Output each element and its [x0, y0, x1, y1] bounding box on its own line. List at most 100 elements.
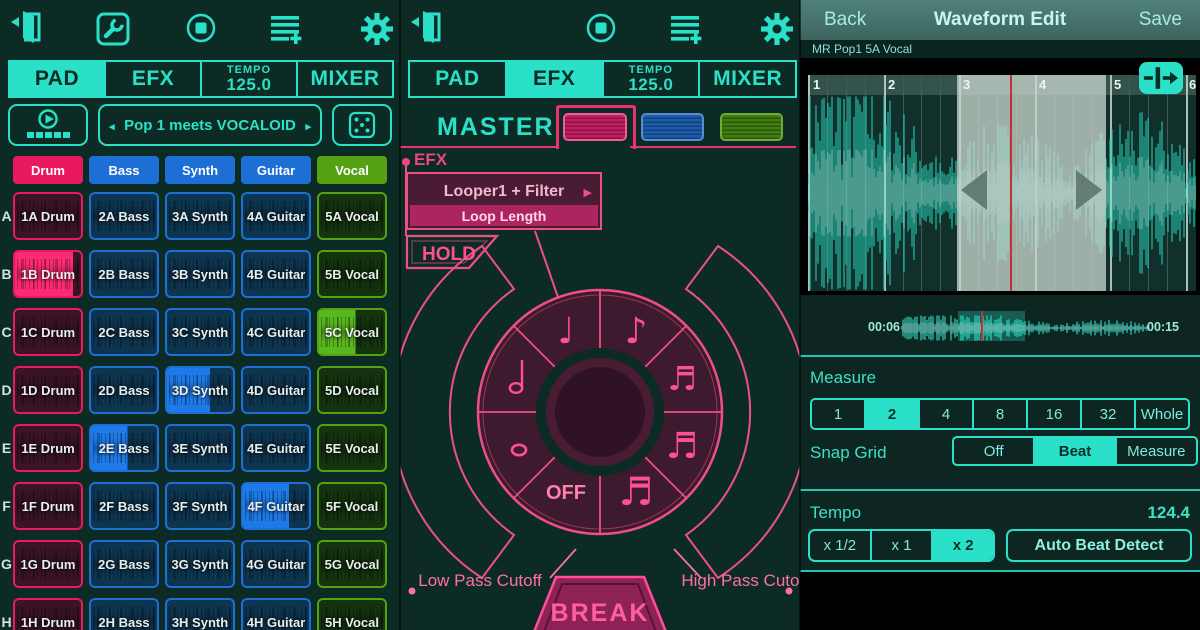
column-header-vocal[interactable]: Vocal: [317, 156, 387, 184]
wheel-quarter-note[interactable]: ♩: [558, 311, 575, 352]
break-button[interactable]: BREAK: [534, 577, 666, 630]
pad-cell-3F[interactable]: 3F Synth: [165, 482, 235, 530]
back-button[interactable]: Back: [824, 9, 866, 31]
next-song-arrow[interactable]: ▸: [305, 120, 311, 133]
pad-cell-1F[interactable]: 1F Drum: [13, 482, 83, 530]
pattern-play-button[interactable]: [8, 104, 88, 146]
trim-mode-button[interactable]: [1139, 62, 1183, 94]
pad-cell-2G[interactable]: 2G Bass: [89, 540, 159, 588]
playlist-add-icon[interactable]: [670, 14, 704, 44]
pad-cell-4F[interactable]: 4F Guitar: [241, 482, 311, 530]
channel-swatch-blue[interactable]: [641, 113, 704, 141]
snap-option-beat[interactable]: Beat: [1033, 438, 1114, 464]
pad-cell-2D[interactable]: 2D Bass: [89, 366, 159, 414]
pad-cell-3C[interactable]: 3C Synth: [165, 308, 235, 356]
tab-mixer[interactable]: MIXER: [698, 62, 795, 96]
pad-cell-5H[interactable]: 5H Vocal: [317, 598, 387, 630]
playlist-add-icon[interactable]: [270, 14, 304, 44]
tab-tempo[interactable]: TEMPO 125.0: [200, 62, 296, 96]
pad-cell-4E[interactable]: 4E Guitar: [241, 424, 311, 472]
scrubber[interactable]: 00:06 00:15: [856, 309, 1191, 343]
pad-cell-2C[interactable]: 2C Bass: [89, 308, 159, 356]
waveform-editor[interactable]: 1 2 3 4 5 6: [808, 75, 1196, 291]
selection-end-handle[interactable]: [1076, 170, 1102, 210]
tab-efx[interactable]: EFX: [505, 62, 602, 96]
auto-beat-detect-button[interactable]: Auto Beat Detect: [1006, 529, 1192, 562]
pad-cell-2F[interactable]: 2F Bass: [89, 482, 159, 530]
wheel-off[interactable]: OFF: [546, 482, 586, 504]
pad-cell-5D[interactable]: 5D Vocal: [317, 366, 387, 414]
pad-cell-1B[interactable]: 1B Drum: [13, 250, 83, 298]
pad-cell-4A[interactable]: 4A Guitar: [241, 192, 311, 240]
tempo-option-x2[interactable]: x 2: [931, 531, 993, 560]
snap-option-off[interactable]: Off: [954, 438, 1033, 464]
tab-pad[interactable]: PAD: [410, 62, 505, 96]
channel-swatch-pink[interactable]: [563, 113, 627, 141]
pad-cell-1A[interactable]: 1A Drum: [13, 192, 83, 240]
pad-cell-5A[interactable]: 5A Vocal: [317, 192, 387, 240]
dice-button[interactable]: [332, 104, 392, 146]
pad-cell-2H[interactable]: 2H Bass: [89, 598, 159, 630]
pad-cell-1H[interactable]: 1H Drum: [13, 598, 83, 630]
wheel-eighth-note[interactable]: ♪: [625, 311, 648, 352]
measure-option-16[interactable]: 16: [1026, 400, 1080, 428]
pad-cell-5F[interactable]: 5F Vocal: [317, 482, 387, 530]
pad-cell-3G[interactable]: 3G Synth: [165, 540, 235, 588]
pad-cell-5B[interactable]: 5B Vocal: [317, 250, 387, 298]
measure-option-whole[interactable]: Whole: [1134, 400, 1188, 428]
pad-cell-4C[interactable]: 4C Guitar: [241, 308, 311, 356]
prev-song-arrow[interactable]: ◂: [109, 120, 115, 133]
pad-cell-3D[interactable]: 3D Synth: [165, 366, 235, 414]
settings-icon[interactable]: [760, 11, 794, 47]
exit-icon[interactable]: [410, 10, 442, 44]
exit-icon[interactable]: [10, 10, 42, 44]
pad-cell-3B[interactable]: 3B Synth: [165, 250, 235, 298]
pad-cell-2B[interactable]: 2B Bass: [89, 250, 159, 298]
column-header-synth[interactable]: Synth: [165, 156, 235, 184]
column-header-bass[interactable]: Bass: [89, 156, 159, 184]
measure-option-2[interactable]: 2: [864, 400, 918, 428]
loop-length-wheel[interactable]: [478, 290, 722, 534]
edit-tool-icon[interactable]: [96, 12, 130, 46]
pad-cell-1C[interactable]: 1C Drum: [13, 308, 83, 356]
pad-cell-1D[interactable]: 1D Drum: [13, 366, 83, 414]
pad-cell-4H[interactable]: 4H Guitar: [241, 598, 311, 630]
measure-option-32[interactable]: 32: [1080, 400, 1134, 428]
column-header-guitar[interactable]: Guitar: [241, 156, 311, 184]
channel-swatch-green[interactable]: [720, 113, 783, 141]
hold-button[interactable]: HOLD: [407, 236, 497, 268]
wheel-sixty-fourth-note[interactable]: ♬: [619, 470, 654, 515]
snap-option-measure[interactable]: Measure: [1115, 438, 1196, 464]
pad-cell-3E[interactable]: 3E Synth: [165, 424, 235, 472]
tab-pad[interactable]: PAD: [10, 62, 104, 96]
pad-cell-1E[interactable]: 1E Drum: [13, 424, 83, 472]
selection-start-handle[interactable]: [961, 170, 987, 210]
tempo-option-x1[interactable]: x 1: [870, 531, 932, 560]
pad-cell-5E[interactable]: 5E Vocal: [317, 424, 387, 472]
pad-cell-4D[interactable]: 4D Guitar: [241, 366, 311, 414]
stop-icon[interactable]: [186, 13, 216, 43]
pad-cell-3H[interactable]: 3H Synth: [165, 598, 235, 630]
tab-tempo[interactable]: TEMPO 125.0: [602, 62, 699, 96]
wheel-sixteenth-note[interactable]: ♬: [667, 359, 697, 398]
column-header-drum[interactable]: Drum: [13, 156, 83, 184]
pad-cell-1G[interactable]: 1G Drum: [13, 540, 83, 588]
pad-cell-2E[interactable]: 2E Bass: [89, 424, 159, 472]
wheel-thirty-second-note[interactable]: ♬: [666, 426, 698, 467]
measure-option-4[interactable]: 4: [918, 400, 972, 428]
measure-option-8[interactable]: 8: [972, 400, 1026, 428]
measure-option-1[interactable]: 1: [812, 400, 864, 428]
pad-cell-3A[interactable]: 3A Synth: [165, 192, 235, 240]
pad-cell-5C[interactable]: 5C Vocal: [317, 308, 387, 356]
pad-cell-4G[interactable]: 4G Guitar: [241, 540, 311, 588]
tempo-option-half[interactable]: x 1/2: [810, 531, 870, 560]
song-selector[interactable]: ◂ Pop 1 meets VOCALOID ▸: [98, 104, 322, 146]
stop-icon[interactable]: [586, 13, 616, 43]
save-button[interactable]: Save: [1139, 9, 1182, 31]
pad-cell-4B[interactable]: 4B Guitar: [241, 250, 311, 298]
pad-cell-5G[interactable]: 5G Vocal: [317, 540, 387, 588]
tab-mixer[interactable]: MIXER: [296, 62, 392, 96]
tab-efx[interactable]: EFX: [104, 62, 200, 96]
pad-cell-2A[interactable]: 2A Bass: [89, 192, 159, 240]
settings-icon[interactable]: [360, 11, 394, 47]
